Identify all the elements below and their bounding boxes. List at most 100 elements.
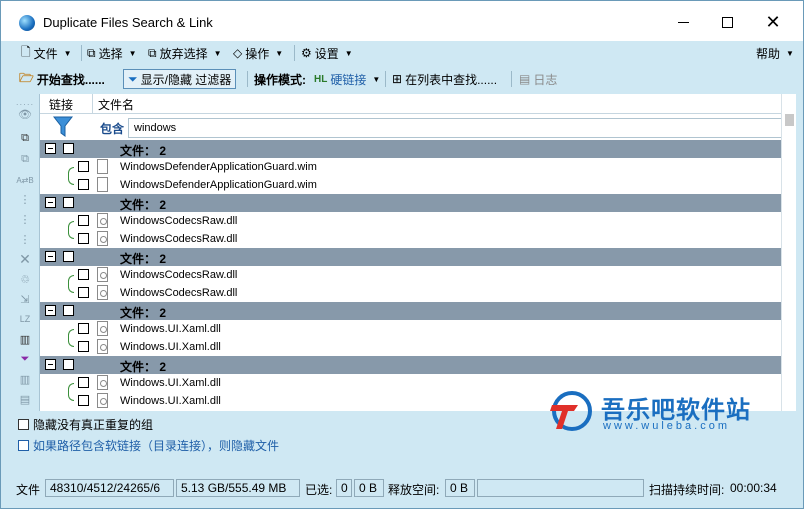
columns-alt-icon[interactable]: ▥ [16,371,34,387]
column-divider[interactable] [92,94,93,114]
menu-file[interactable]: 🗋 文件 ▼ [21,44,72,62]
file-row[interactable]: Windows.UI.Xaml.dll [40,338,781,356]
filter-input[interactable] [128,118,783,138]
hide-symlink-label: 如果路径包含软链接（目录连接），则隐藏文件 [33,438,280,453]
file-row[interactable]: Windows.UI.Xaml.dll [40,320,781,338]
copy-icon[interactable]: ⧉ [16,130,34,146]
recycle-icon[interactable]: ♲ [16,271,34,287]
toolbar-separator [511,71,512,87]
menu-help-label: 帮助 [756,46,781,61]
find-in-list-button[interactable]: ⊞ 在列表中查找...... [392,69,497,89]
collapse-toggle[interactable] [45,197,56,208]
file-checkbox[interactable] [78,287,89,298]
file-name: WindowsCodecsRaw.dll [120,269,238,281]
scrollbar-thumb[interactable] [785,114,794,126]
toggle-filter-button[interactable]: ⏷ 显示/隐藏 过滤器 [123,69,237,89]
file-row[interactable]: WindowsCodecsRaw.dll [40,284,781,302]
file-checkbox[interactable] [78,233,89,244]
menu-settings[interactable]: ⚙ 设置 ▼ [301,44,353,62]
vertical-scrollbar[interactable] [781,94,796,411]
watermark-logo-icon [550,391,592,431]
binoculars-icon: ⊞ [392,72,403,86]
group-checkbox[interactable] [63,143,74,154]
columns-icon[interactable]: ▥ [16,331,34,347]
document-icon: 🗋 [21,44,31,59]
file-checkbox[interactable] [78,377,89,388]
log-button[interactable]: ▤ 日志 [519,69,557,89]
file-row[interactable]: WindowsCodecsRaw.dll [40,266,781,284]
rename-icon[interactable]: A⇄B [16,172,34,188]
file-checkbox[interactable] [78,161,89,172]
title-bar: Duplicate Files Search & Link ✕ [1,1,803,41]
maximize-button[interactable] [704,9,750,35]
collapse-toggle[interactable] [45,251,56,262]
file-row[interactable]: WindowsDefenderApplicationGuard.wim [40,158,781,176]
mode-value: 硬链接 [330,72,367,87]
file-checkbox[interactable] [78,341,89,352]
group-checkbox[interactable] [63,197,74,208]
group-checkbox[interactable] [63,251,74,262]
tree-remove-icon[interactable]: ⋮ [16,231,34,247]
file-checkbox[interactable] [78,323,89,334]
file-icon [97,159,108,174]
log-label: 日志 [533,72,558,87]
group-row[interactable]: 文件： 2 [40,248,781,266]
tree-icon[interactable]: ⋮ [16,191,34,207]
group-checkbox[interactable] [63,359,74,370]
toolbar: 🗁 开始查找...... ⏷ 显示/隐藏 过滤器 操作模式: HL 硬链接 ▼ … [1,65,803,93]
file-name: WindowsDefenderApplicationGuard.wim [120,161,317,173]
filter-contains-label: 包含 [100,122,125,136]
file-row[interactable]: WindowsDefenderApplicationGuard.wim [40,176,781,194]
group-row[interactable]: 文件： 2 [40,302,781,320]
menu-select[interactable]: ⧉ 选择 ▼ [87,44,137,62]
file-row[interactable]: WindowsCodecsRaw.dll [40,230,781,248]
dll-file-icon [97,321,108,336]
lz-icon[interactable]: LZ [16,311,34,327]
menu-help[interactable]: 帮助 ▼ [756,44,794,62]
start-search-button[interactable]: 🗁 开始查找...... [19,69,105,89]
status-selected-size: 0 B [354,479,384,497]
chevron-down-icon: ▼ [344,48,353,58]
chevron-down-icon: ▼ [128,48,137,58]
group-row[interactable]: 文件： 2 [40,140,781,158]
collapse-toggle[interactable] [45,359,56,370]
move-icon[interactable]: ⇲ [16,291,34,307]
delete-icon[interactable]: ✕ [16,251,34,267]
mode-dropdown[interactable]: HL 硬链接 ▼ [314,69,380,89]
hide-symlink-option[interactable]: 如果路径包含软链接（目录连接），则隐藏文件 [18,437,279,453]
tree-alt-icon[interactable]: ⋮ [16,211,34,227]
status-scan-time-value: 00:00:34 [730,481,777,495]
file-checkbox[interactable] [78,179,89,190]
file-checkbox[interactable] [78,215,89,226]
column-header-link[interactable]: 链接 [49,96,73,113]
minimize-button[interactable] [660,9,706,35]
hide-not-dup-checkbox[interactable] [18,418,29,430]
menu-operate[interactable]: ◇ 操作 ▼ [233,44,283,62]
menu-deselect[interactable]: ⧉ 放弃选择 ▼ [148,44,222,62]
collapse-toggle[interactable] [45,305,56,316]
hide-not-dup-option[interactable]: 隐藏没有真正重复的组 [18,416,153,432]
group-label: 文件： 2 [120,306,167,320]
close-button[interactable]: ✕ [750,9,796,35]
side-toolbar: ····· 👁 ⧉ ⧉ A⇄B ⋮ ⋮ ⋮ ✕ ♲ ⇲ LZ ▥ ⏷ ▥ ▤ [11,94,39,414]
file-row[interactable]: WindowsCodecsRaw.dll [40,212,781,230]
eye-icon[interactable]: 👁 [16,106,34,122]
file-name: Windows.UI.Xaml.dll [120,377,221,389]
file-checkbox[interactable] [78,269,89,280]
collapse-toggle[interactable] [45,143,56,154]
filter-columns-icon[interactable]: ⏷ [16,351,34,367]
settings-icon: ⚙ [301,46,312,60]
column-header-filename[interactable]: 文件名 [98,96,134,113]
columns-list-icon[interactable]: ▤ [16,391,34,407]
group-row[interactable]: 文件： 2 [40,194,781,212]
group-checkbox[interactable] [63,305,74,316]
app-window: Duplicate Files Search & Link ✕ 🗋 文件 ▼ ⧉… [0,0,804,509]
status-files-label: 文件 [16,483,41,497]
file-name: Windows.UI.Xaml.dll [120,395,221,407]
link-bracket [68,221,74,230]
file-checkbox[interactable] [78,395,89,406]
group-row[interactable]: 文件： 2 [40,356,781,374]
hide-symlink-checkbox[interactable] [18,439,29,451]
status-selected-label: 已选: [305,483,333,497]
copy-alt-icon[interactable]: ⧉ [16,151,34,167]
